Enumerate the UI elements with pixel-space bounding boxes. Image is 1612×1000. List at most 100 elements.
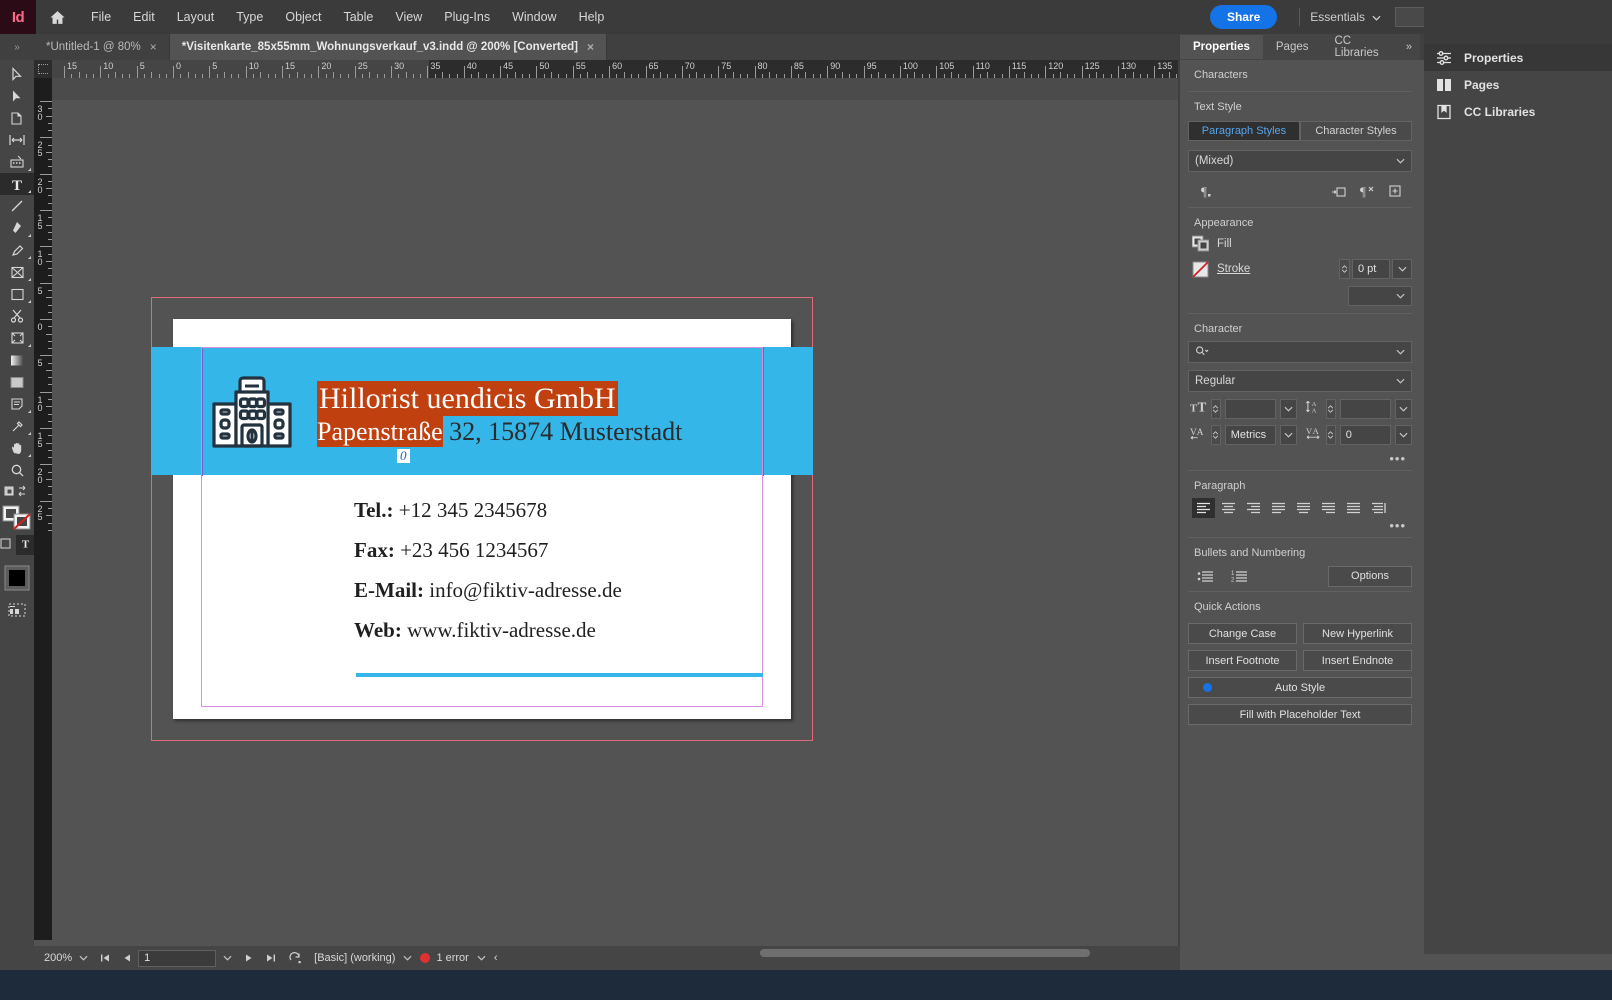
menu-item-layout[interactable]: Layout bbox=[166, 5, 226, 29]
tab-properties[interactable]: Properties bbox=[1180, 35, 1263, 59]
stroke-none-icon[interactable] bbox=[1192, 260, 1209, 278]
menu-item-type[interactable]: Type bbox=[225, 5, 274, 29]
paragraph-styles-tab[interactable]: Paragraph Styles bbox=[1188, 121, 1300, 141]
rail-item-properties[interactable]: Properties bbox=[1424, 44, 1612, 71]
new-style-icon[interactable] bbox=[1382, 180, 1408, 202]
zoom-level[interactable]: 200% bbox=[44, 952, 72, 964]
scissors-tool[interactable] bbox=[0, 305, 34, 327]
align-right-icon[interactable] bbox=[1242, 498, 1265, 518]
stroke-weight-dropdown-icon[interactable] bbox=[1392, 259, 1412, 279]
font-family-dropdown[interactable] bbox=[1188, 341, 1412, 363]
workspace-switcher[interactable]: Essentials bbox=[1310, 10, 1381, 24]
character-more-options[interactable]: ••• bbox=[1188, 451, 1412, 466]
close-icon[interactable]: × bbox=[150, 40, 157, 54]
content-collector-tool[interactable] bbox=[0, 151, 34, 173]
tab-cc-libraries[interactable]: CC Libraries bbox=[1322, 29, 1406, 65]
share-button[interactable]: Share bbox=[1209, 5, 1278, 29]
font-size-input[interactable] bbox=[1224, 399, 1276, 419]
fill-swatch-icon[interactable] bbox=[1191, 235, 1210, 252]
align-left-icon[interactable] bbox=[1192, 498, 1215, 518]
first-page-icon[interactable] bbox=[94, 947, 116, 969]
page-number-input[interactable]: 1 bbox=[138, 949, 217, 967]
tracking-dropdown-icon[interactable] bbox=[1394, 425, 1413, 445]
horizontal-ruler[interactable]: 15 10 5 0 5 10 15 20 25 30 35 40 45 50 55 60 65 70 75 80 85 9… bbox=[34, 60, 1180, 78]
line-tool[interactable] bbox=[0, 195, 34, 217]
kerning-dropdown-icon[interactable] bbox=[1279, 425, 1298, 445]
selection-tool[interactable] bbox=[0, 63, 34, 85]
leading-stepper[interactable] bbox=[1326, 399, 1336, 419]
stroke-label[interactable]: Stroke bbox=[1217, 263, 1250, 275]
home-icon[interactable] bbox=[36, 0, 78, 34]
new-hyperlink-button[interactable]: New Hyperlink bbox=[1303, 623, 1412, 644]
ruler-origin-handle[interactable] bbox=[34, 60, 52, 78]
chevron-double-right-icon[interactable]: » bbox=[1406, 41, 1420, 53]
rail-item-cc-libraries[interactable]: CC Libraries bbox=[1424, 98, 1612, 125]
tracking-input[interactable]: 0 bbox=[1339, 425, 1391, 445]
document-tab-visitenkarte[interactable]: *Visitenkarte_85x55mm_Wohnungsverkauf_v3… bbox=[169, 34, 607, 60]
justify-last-center-icon[interactable] bbox=[1292, 498, 1315, 518]
rectangle-tool[interactable] bbox=[0, 283, 34, 305]
tracking-stepper[interactable] bbox=[1326, 425, 1336, 445]
close-icon[interactable]: × bbox=[587, 40, 594, 54]
insert-endnote-button[interactable]: Insert Endnote bbox=[1303, 650, 1412, 671]
document-tab-untitled[interactable]: *Untitled-1 @ 80% × bbox=[34, 34, 170, 60]
align-toward-spine-icon[interactable] bbox=[1367, 498, 1390, 518]
auto-style-button[interactable]: Auto Style bbox=[1188, 677, 1412, 698]
font-size-stepper[interactable] bbox=[1211, 399, 1221, 419]
numbered-list-icon[interactable]: 12 bbox=[1226, 565, 1252, 587]
format-text-icon[interactable]: T bbox=[15, 535, 35, 555]
profile-chevron-down-icon[interactable] bbox=[395, 953, 420, 963]
note-tool[interactable] bbox=[0, 393, 34, 415]
leading-dropdown-icon[interactable] bbox=[1394, 399, 1413, 419]
zoom-tool[interactable] bbox=[0, 459, 34, 481]
clear-overrides-icon[interactable]: ¶ bbox=[1354, 180, 1380, 202]
menu-item-object[interactable]: Object bbox=[274, 5, 332, 29]
hand-tool[interactable] bbox=[0, 437, 34, 459]
card-contacts[interactable]: Tel.: +12 345 2345678 Fax: +23 456 12345… bbox=[354, 498, 622, 658]
menu-item-help[interactable]: Help bbox=[568, 5, 616, 29]
menu-item-file[interactable]: File bbox=[80, 5, 122, 29]
format-container-icon[interactable] bbox=[0, 536, 11, 554]
menu-item-plugins[interactable]: Plug-Ins bbox=[433, 5, 501, 29]
justify-last-left-icon[interactable] bbox=[1267, 498, 1290, 518]
eyedropper-tool[interactable] bbox=[0, 415, 34, 437]
free-transform-tool[interactable] bbox=[0, 327, 34, 349]
error-count[interactable]: 1 error bbox=[436, 952, 468, 964]
stroke-type-dropdown[interactable] bbox=[1348, 286, 1412, 306]
bulleted-list-icon[interactable] bbox=[1192, 565, 1218, 587]
font-style-dropdown[interactable]: Regular bbox=[1188, 370, 1412, 392]
rail-item-pages[interactable]: Pages bbox=[1424, 71, 1612, 98]
stroke-row[interactable]: Stroke 0 pt bbox=[1188, 259, 1412, 279]
next-page-icon[interactable] bbox=[238, 947, 260, 969]
character-styles-tab[interactable]: Character Styles bbox=[1300, 121, 1412, 141]
tab-pages[interactable]: Pages bbox=[1263, 35, 1322, 59]
gradient-feather-tool[interactable] bbox=[0, 371, 34, 393]
gap-tool[interactable] bbox=[0, 129, 34, 151]
building-icon[interactable] bbox=[209, 368, 295, 454]
insert-footnote-button[interactable]: Insert Footnote bbox=[1188, 650, 1297, 671]
leading-input[interactable] bbox=[1339, 399, 1391, 419]
error-chevron-down-icon[interactable] bbox=[469, 953, 494, 963]
fill-stroke-swatches[interactable] bbox=[0, 503, 34, 533]
font-size-dropdown-icon[interactable] bbox=[1279, 399, 1298, 419]
justify-last-right-icon[interactable] bbox=[1317, 498, 1340, 518]
paragraph-style-dropdown[interactable]: (Mixed) bbox=[1188, 150, 1412, 172]
paragraph-mark-icon[interactable]: ¶ bbox=[1192, 180, 1218, 202]
kerning-input[interactable]: Metrics bbox=[1224, 425, 1276, 445]
pen-tool[interactable] bbox=[0, 217, 34, 239]
last-page-icon[interactable] bbox=[260, 947, 282, 969]
fill-row[interactable]: Fill bbox=[1188, 235, 1412, 252]
menu-item-window[interactable]: Window bbox=[501, 5, 567, 29]
horizontal-scrollbar[interactable] bbox=[760, 947, 1175, 959]
previous-page-icon[interactable] bbox=[116, 947, 138, 969]
vertical-ruler[interactable]: 30 25 20 15 10 5 0 5 10 15 20 25 bbox=[34, 78, 52, 940]
preflight-profile[interactable]: [Basic] (working) bbox=[314, 952, 395, 964]
justify-all-icon[interactable] bbox=[1342, 498, 1365, 518]
apply-none-swatch[interactable] bbox=[0, 561, 34, 595]
align-center-icon[interactable] bbox=[1217, 498, 1240, 518]
menu-item-table[interactable]: Table bbox=[332, 5, 384, 29]
stroke-weight-input[interactable]: 0 pt bbox=[1352, 259, 1390, 279]
menu-item-edit[interactable]: Edit bbox=[122, 5, 166, 29]
direct-selection-tool[interactable] bbox=[0, 85, 34, 107]
gradient-swatch-tool[interactable] bbox=[0, 349, 34, 371]
